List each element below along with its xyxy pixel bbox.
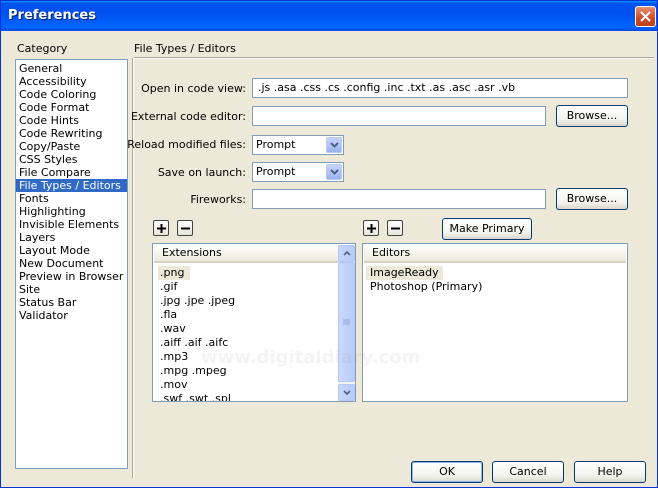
browse-fireworks-button[interactable]: Browse... — [556, 188, 628, 210]
cancel-button[interactable]: Cancel — [492, 461, 564, 483]
category-item-validator[interactable]: Validator — [16, 309, 127, 322]
list-item[interactable]: .gif — [158, 280, 241, 294]
title-bar[interactable]: Preferences — [1, 1, 657, 31]
minus-icon — [390, 227, 400, 229]
category-item-preview-in-browser[interactable]: Preview in Browser — [16, 270, 127, 283]
list-item[interactable]: .swf .swt .spl — [158, 392, 241, 401]
category-item-layout-mode[interactable]: Layout Mode — [16, 244, 127, 257]
list-item[interactable]: ImageReady — [366, 266, 443, 280]
reload-modified-files-value: Prompt — [256, 138, 296, 151]
remove-extension-button[interactable] — [177, 220, 193, 236]
minus-icon — [180, 227, 190, 229]
list-item[interactable]: Photoshop (Primary) — [366, 280, 488, 294]
reload-modified-files-select[interactable]: Prompt — [252, 135, 344, 155]
extensions-scrollbar[interactable] — [338, 245, 355, 401]
preferences-window: Preferences Category File Types / Editor… — [0, 0, 658, 488]
horizontal-divider — [134, 57, 654, 59]
category-item-site[interactable]: Site — [16, 283, 127, 296]
make-primary-button[interactable]: Make Primary — [442, 218, 532, 240]
editors-list[interactable]: Editors ImageReady Photoshop (Primary) — [362, 243, 628, 402]
chevron-down-icon — [342, 390, 351, 395]
window-title: Preferences — [8, 8, 96, 23]
save-on-launch-label: Save on launch: — [157, 166, 246, 179]
category-item-status-bar[interactable]: Status Bar — [16, 296, 127, 309]
editors-rows: ImageReady Photoshop (Primary) — [366, 266, 488, 294]
scroll-down-button[interactable] — [338, 384, 355, 401]
dropdown-button[interactable] — [326, 137, 342, 153]
external-code-editor-input[interactable] — [252, 106, 546, 126]
chevron-up-icon — [342, 251, 351, 256]
extensions-list[interactable]: Extensions .png .gif .jpg .jpe .jpeg .fl… — [152, 243, 356, 402]
add-editor-button[interactable] — [363, 220, 379, 236]
chevron-down-icon — [329, 169, 339, 175]
help-button[interactable]: Help — [574, 461, 646, 483]
list-item[interactable]: .png — [158, 266, 191, 280]
category-item-css-styles[interactable]: CSS Styles — [16, 153, 127, 166]
dropdown-button[interactable] — [326, 164, 342, 180]
open-in-code-view-label: Open in code view: — [141, 82, 246, 95]
list-item[interactable]: .wav — [158, 322, 241, 336]
save-on-launch-value: Prompt — [256, 165, 296, 178]
category-item-invisible-elements[interactable]: Invisible Elements — [16, 218, 127, 231]
save-on-launch-select[interactable]: Prompt — [252, 162, 344, 182]
category-item-layers[interactable]: Layers — [16, 231, 127, 244]
reload-modified-files-label: Reload modified files: — [127, 138, 246, 151]
chevron-down-icon — [329, 142, 339, 148]
category-item-file-types-editors[interactable]: File Types / Editors — [16, 179, 127, 192]
add-extension-button[interactable] — [153, 220, 169, 236]
extensions-rows: .png .gif .jpg .jpe .jpeg .fla .wav .aif… — [158, 266, 241, 401]
category-label: Category — [17, 42, 68, 55]
extensions-header[interactable]: Extensions — [154, 245, 339, 263]
section-title: File Types / Editors — [134, 42, 236, 55]
open-in-code-view-input[interactable]: .js .asa .css .cs .config .inc .txt .as … — [252, 78, 628, 98]
category-item-new-document[interactable]: New Document — [16, 257, 127, 270]
watermark-text: www.digitaldiary.com — [201, 347, 421, 368]
fireworks-input[interactable] — [252, 189, 546, 209]
external-code-editor-label: External code editor: — [130, 110, 246, 123]
category-item-general[interactable]: General — [16, 62, 127, 75]
category-item-highlighting[interactable]: Highlighting — [16, 205, 127, 218]
fireworks-label: Fireworks: — [190, 193, 246, 206]
close-icon — [640, 11, 651, 22]
plus-icon — [366, 223, 376, 233]
list-item[interactable]: .fla — [158, 308, 241, 322]
grip-icon — [343, 319, 350, 324]
scroll-up-button[interactable] — [338, 245, 355, 262]
remove-editor-button[interactable] — [387, 220, 403, 236]
list-item[interactable]: .jpg .jpe .jpeg — [158, 294, 241, 308]
close-button[interactable] — [635, 6, 656, 27]
ok-button[interactable]: OK — [411, 461, 483, 483]
browse-external-editor-button[interactable]: Browse... — [556, 105, 628, 127]
editors-header[interactable]: Editors — [364, 245, 626, 263]
list-item[interactable]: .mov — [158, 378, 241, 392]
plus-icon — [156, 223, 166, 233]
